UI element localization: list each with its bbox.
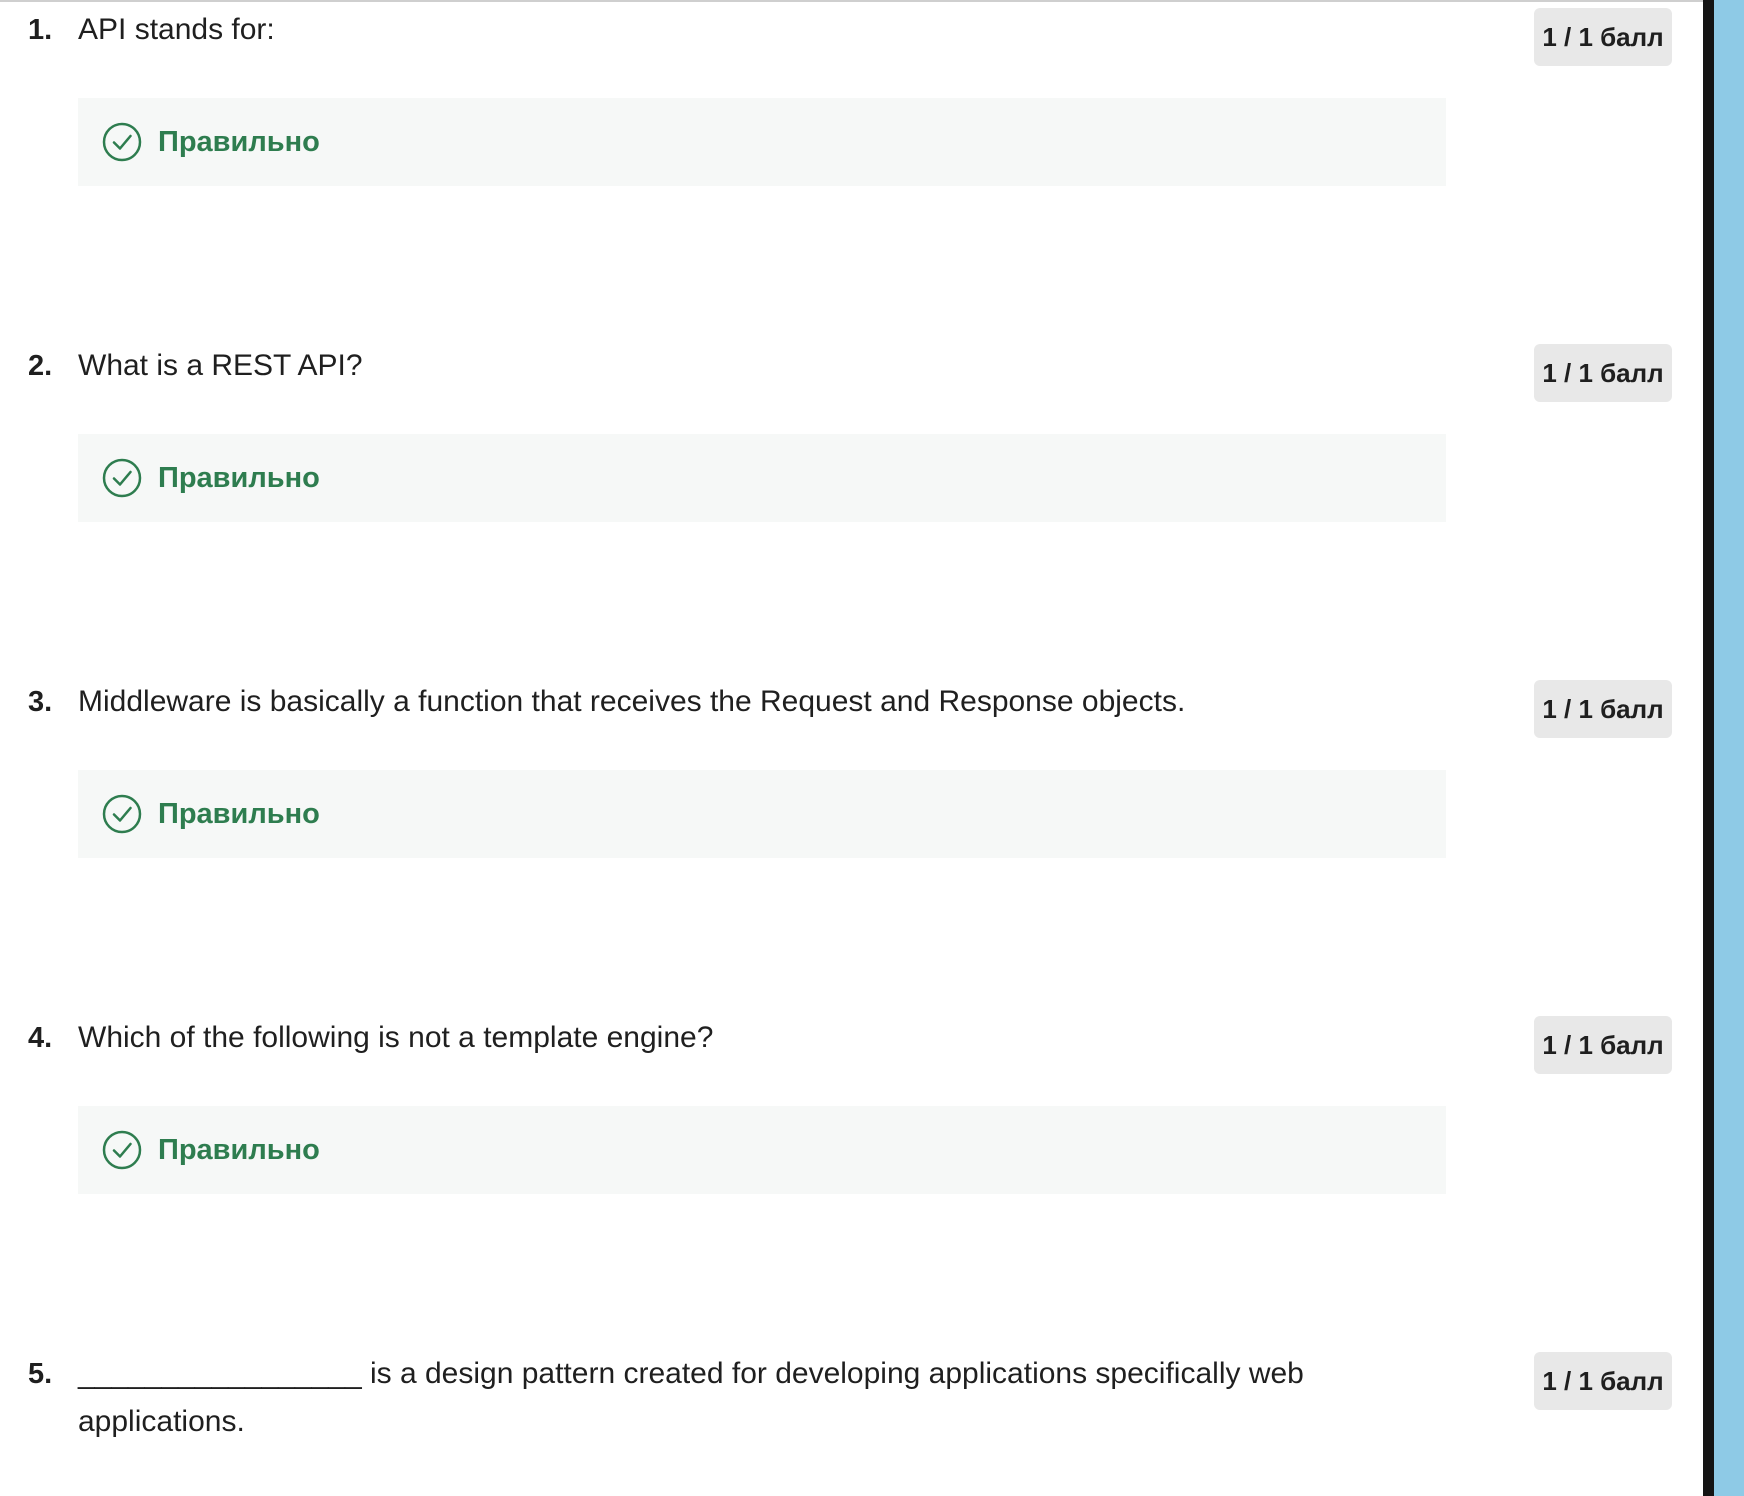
question-number: 5. bbox=[28, 1358, 53, 1390]
feedback-correct: Правильно bbox=[78, 1106, 1446, 1194]
check-circle-icon bbox=[102, 1130, 142, 1170]
score-badge: 1 / 1 балл bbox=[1534, 1016, 1672, 1074]
feedback-label: Правильно bbox=[158, 126, 320, 158]
score-badge: 1 / 1 балл bbox=[1534, 8, 1672, 66]
question-text: _________________ is a design pattern cr… bbox=[78, 1357, 1304, 1438]
feedback-label: Правильно bbox=[158, 1134, 320, 1166]
question-text: Middleware is basically a function that … bbox=[78, 685, 1186, 718]
top-border bbox=[0, 0, 1703, 2]
score-badge: 1 / 1 балл bbox=[1534, 344, 1672, 402]
check-circle-icon bbox=[102, 458, 142, 498]
scrollbar[interactable] bbox=[1714, 0, 1744, 1496]
check-circle-icon bbox=[102, 122, 142, 162]
question-number: 2. bbox=[28, 350, 53, 382]
feedback-correct: Правильно bbox=[78, 434, 1446, 522]
feedback-correct: Правильно bbox=[78, 98, 1446, 186]
question-text: API stands for: bbox=[78, 13, 275, 46]
feedback-label: Правильно bbox=[158, 462, 320, 494]
score-badge: 1 / 1 балл bbox=[1534, 680, 1672, 738]
feedback-correct: Правильно bbox=[78, 770, 1446, 858]
question-number: 1. bbox=[28, 14, 53, 46]
question-text: Which of the following is not a template… bbox=[78, 1021, 714, 1054]
question-number: 3. bbox=[28, 686, 53, 718]
question-text: What is a REST API? bbox=[78, 349, 363, 382]
check-circle-icon bbox=[102, 794, 142, 834]
question-number: 4. bbox=[28, 1022, 53, 1054]
feedback-label: Правильно bbox=[158, 798, 320, 830]
score-badge: 1 / 1 балл bbox=[1534, 1352, 1672, 1410]
